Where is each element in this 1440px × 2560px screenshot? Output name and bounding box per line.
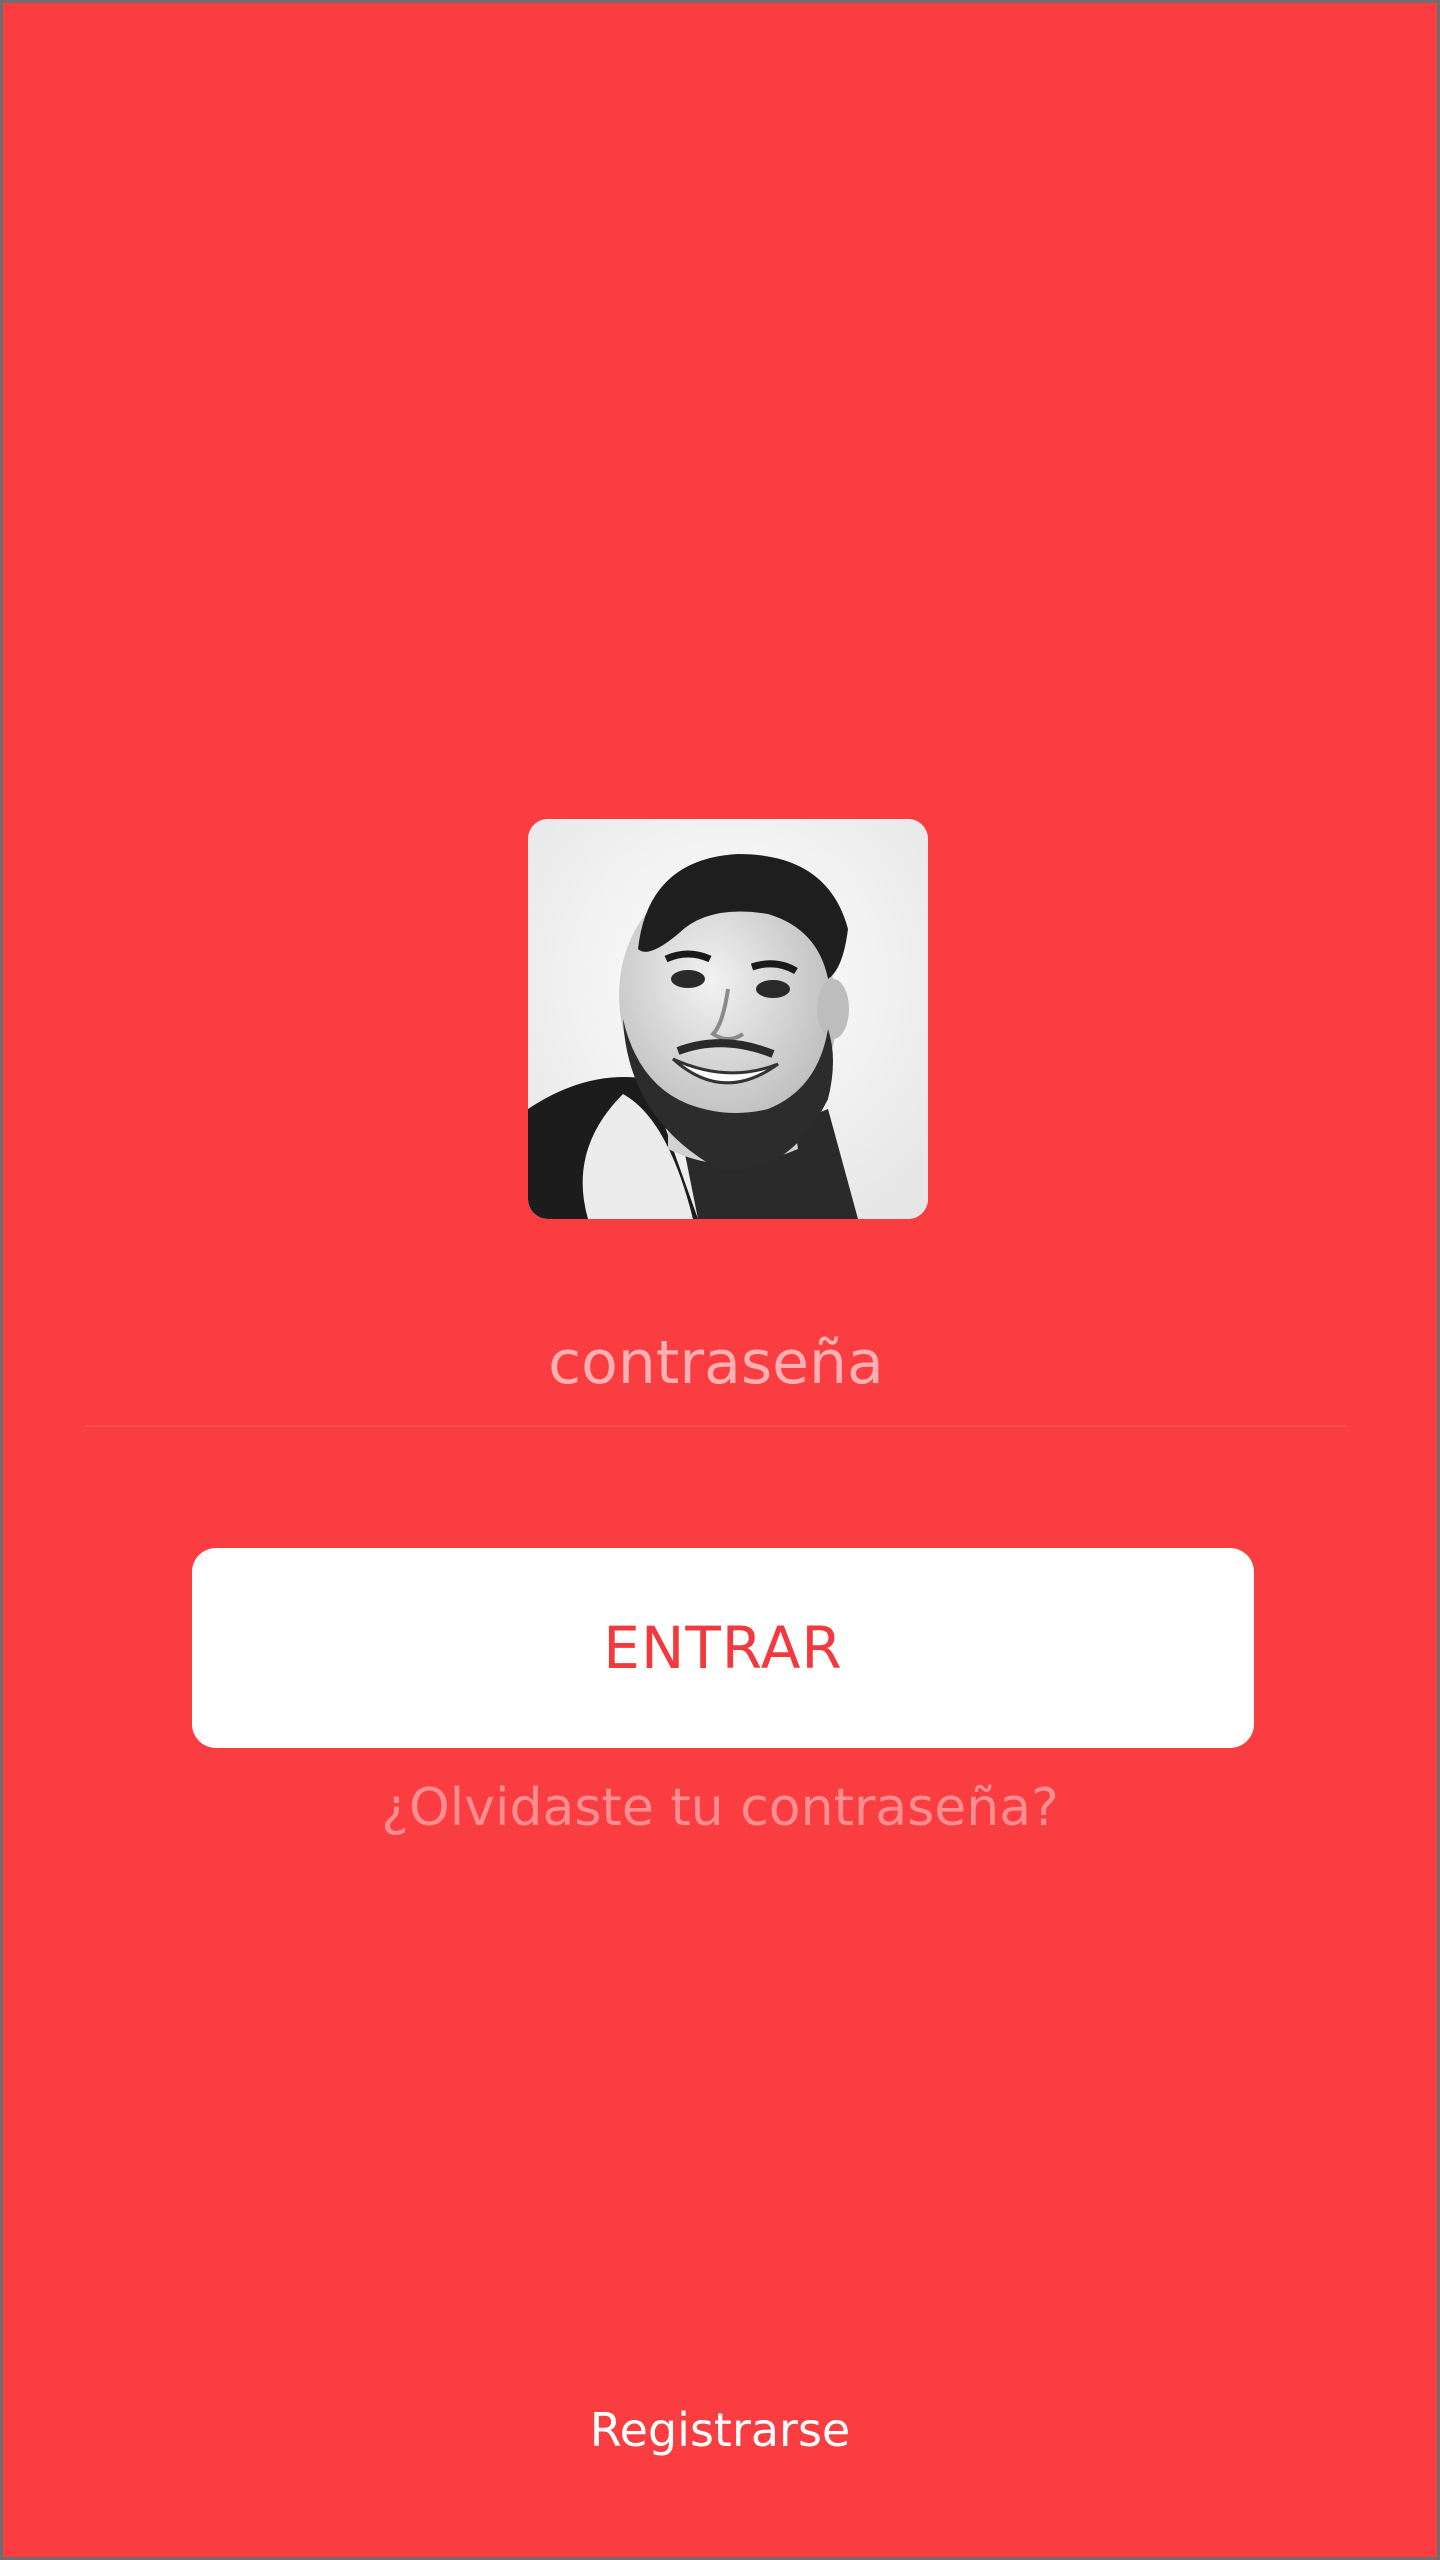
avatar-photo [528,819,928,1219]
register-link[interactable]: Registrarse [3,2403,1437,2457]
password-field [85,1303,1347,1427]
forgot-password-link[interactable]: ¿Olvidaste tu contraseña? [3,1778,1437,1838]
login-button[interactable]: ENTRAR [192,1548,1254,1748]
password-input[interactable] [85,1303,1347,1423]
profile-avatar [528,819,928,1219]
login-screen: ENTRAR ¿Olvidaste tu contraseña? Registr… [3,3,1437,2557]
